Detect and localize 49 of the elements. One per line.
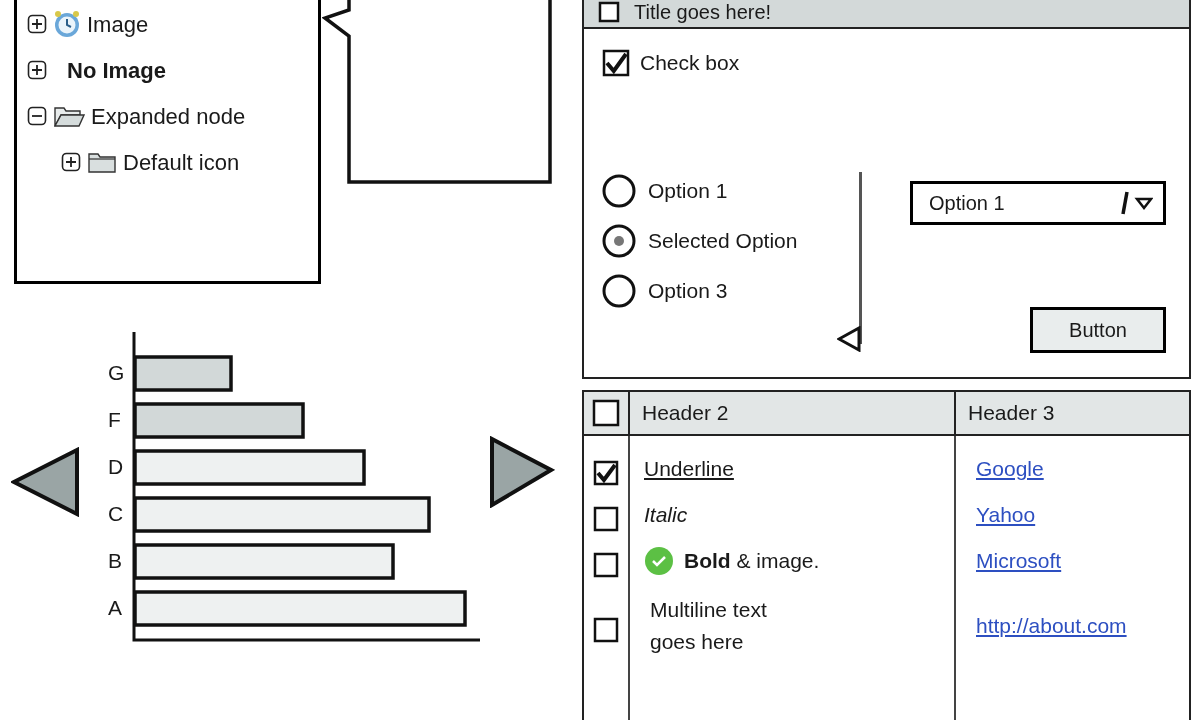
folder-icon xyxy=(87,150,117,174)
bar-label: F xyxy=(108,408,121,432)
left-arrow-icon[interactable] xyxy=(11,447,81,517)
table-cell-text: Underline xyxy=(644,456,734,483)
checkbox[interactable] xyxy=(593,506,619,532)
tree-item[interactable]: No Image xyxy=(53,53,167,87)
collapse-icon[interactable] xyxy=(27,106,47,126)
clock-icon xyxy=(53,10,81,38)
bar-label: G xyxy=(108,361,125,385)
link[interactable]: Google xyxy=(976,453,1044,485)
window-title: Title goes here! xyxy=(634,1,772,23)
checkbox[interactable] xyxy=(593,552,619,578)
bar-label: A xyxy=(108,596,122,620)
expand-icon[interactable] xyxy=(61,152,81,172)
checkbox-label: Check box xyxy=(640,50,740,76)
table-cell-text: Multiline text goes here xyxy=(649,597,768,655)
expand-icon[interactable] xyxy=(27,14,47,34)
link[interactable]: Yahoo xyxy=(976,499,1036,531)
tree-item[interactable]: Image xyxy=(87,7,149,41)
radio-button[interactable] xyxy=(602,174,636,208)
table-cell-text: Italic xyxy=(644,502,688,529)
bar-label: C xyxy=(108,502,124,526)
column-header[interactable]: Header 3 xyxy=(956,392,1189,434)
checked-checkbox[interactable] xyxy=(593,460,619,486)
checkbox[interactable] xyxy=(592,399,620,427)
tree-item[interactable]: Default icon xyxy=(123,145,240,179)
dropdown[interactable]: Option 1 xyxy=(910,181,1166,225)
radio-label: Option 3 xyxy=(648,278,728,305)
radio-label: Option 1 xyxy=(648,178,728,205)
right-arrow-icon[interactable] xyxy=(489,436,555,508)
radio-button[interactable] xyxy=(602,274,636,308)
expand-icon[interactable] xyxy=(27,60,47,80)
slider-thumb[interactable] xyxy=(837,326,861,352)
link[interactable]: http://about.com xyxy=(976,610,1127,642)
selected-radio-button[interactable] xyxy=(602,224,636,258)
link[interactable]: Microsoft xyxy=(976,545,1062,577)
tree-item[interactable]: Expanded node xyxy=(91,99,246,133)
bar-label: B xyxy=(108,549,122,573)
bar-label: D xyxy=(108,455,124,479)
open-folder-icon xyxy=(53,104,85,128)
check-circle-icon xyxy=(644,546,674,576)
checkbox[interactable] xyxy=(593,617,619,643)
button[interactable]: Button xyxy=(1030,307,1166,353)
table-cell-text: Bold & image. xyxy=(684,548,820,575)
checkbox[interactable] xyxy=(598,1,620,23)
radio-label: Selected Option xyxy=(648,228,798,255)
column-header[interactable]: Header 2 xyxy=(630,392,956,434)
dropdown-caret-icon xyxy=(1119,190,1153,216)
checked-checkbox[interactable] xyxy=(602,48,630,77)
